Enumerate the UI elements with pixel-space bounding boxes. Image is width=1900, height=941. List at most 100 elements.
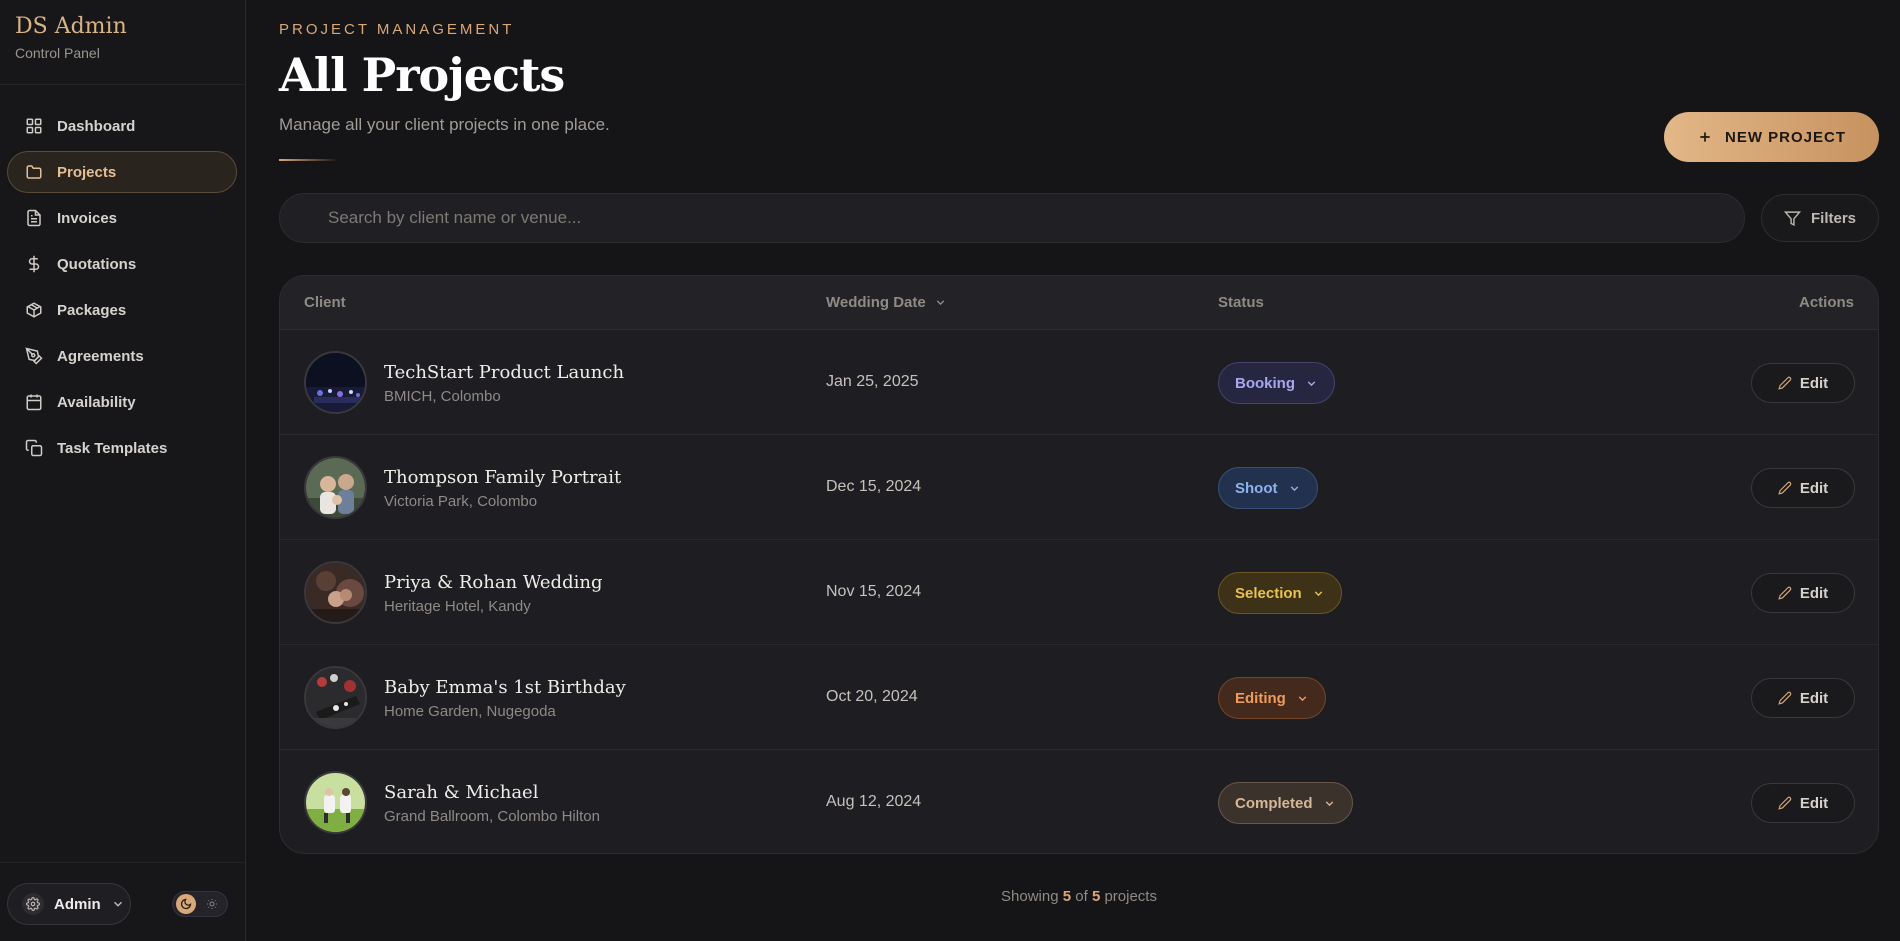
sidebar-item-packages[interactable]: Packages (7, 289, 237, 331)
status-label: Editing (1235, 689, 1286, 707)
calendar-icon (26, 394, 42, 411)
title-accent-divider (279, 159, 339, 161)
wedding-date: Aug 12, 2024 (826, 793, 922, 810)
client-avatar (304, 771, 367, 834)
status-dropdown[interactable]: Shoot (1218, 467, 1318, 509)
results-shown: 5 (1062, 888, 1072, 905)
plus-icon (1700, 132, 1710, 142)
edit-label: Edit (1799, 794, 1829, 812)
wedding-date: Nov 15, 2024 (826, 583, 922, 600)
chevron-down-icon (113, 901, 122, 907)
pencil-icon (1778, 691, 1792, 705)
filters-button[interactable]: Filters (1761, 194, 1879, 242)
gear-icon (22, 893, 44, 915)
file-text-icon (27, 209, 41, 227)
pencil-icon (1778, 481, 1792, 495)
table-header: Client Wedding Date Status Actions (280, 276, 1878, 330)
sidebar-item-task-templates[interactable]: Task Templates (7, 427, 237, 469)
table-row: Thompson Family Portrait Victoria Park, … (280, 435, 1878, 540)
column-header-date[interactable]: Wedding Date (826, 294, 947, 311)
folder-icon (26, 165, 42, 179)
client-venue: Home Garden, Nugegoda (384, 703, 556, 720)
filter-icon (1783, 210, 1801, 226)
sun-icon (202, 894, 222, 914)
search-input[interactable] (279, 193, 1745, 243)
dollar-icon (28, 255, 40, 273)
new-project-button[interactable]: NEW PROJECT (1664, 112, 1879, 162)
results-prefix: Showing (1001, 888, 1059, 905)
wedding-date: Oct 20, 2024 (826, 688, 918, 705)
page-eyebrow: PROJECT MANAGEMENT (279, 21, 515, 38)
table-row: Baby Emma's 1st Birthday Home Garden, Nu… (280, 645, 1878, 750)
results-suffix: projects (1104, 888, 1157, 905)
sidebar-item-agreements[interactable]: Agreements (7, 335, 237, 377)
brand-title: DS Admin (15, 14, 127, 39)
client-avatar (304, 561, 367, 624)
table-row: Priya & Rohan Wedding Heritage Hotel, Ka… (280, 540, 1878, 645)
status-dropdown[interactable]: Completed (1218, 782, 1353, 824)
client-name: Thompson Family Portrait (384, 467, 622, 488)
sidebar: DS Admin Control Panel Dashboard Project… (0, 0, 246, 941)
sidebar-item-label: Quotations (57, 255, 137, 273)
sidebar-item-availability[interactable]: Availability (7, 381, 237, 423)
theme-toggle[interactable] (172, 891, 228, 917)
grid-icon (26, 118, 42, 134)
chevron-down-icon (936, 300, 944, 306)
page-title: All Projects (279, 48, 565, 102)
status-label: Shoot (1235, 479, 1278, 497)
chevron-down-icon (1290, 485, 1298, 491)
results-count: Showing 5 of 5 projects (279, 888, 1879, 905)
client-venue: Victoria Park, Colombo (384, 493, 538, 510)
edit-label: Edit (1799, 479, 1829, 497)
edit-button[interactable]: Edit (1751, 783, 1855, 823)
wedding-date: Dec 15, 2024 (826, 478, 922, 495)
user-menu-button[interactable]: Admin (7, 883, 131, 925)
chevron-down-icon (1325, 800, 1333, 806)
status-label: Booking (1235, 374, 1295, 392)
sidebar-item-quotations[interactable]: Quotations (7, 243, 237, 285)
wedding-date: Jan 25, 2025 (826, 373, 919, 390)
page-description: Manage all your client projects in one p… (279, 115, 610, 134)
chevron-down-icon (1314, 590, 1322, 596)
sidebar-item-invoices[interactable]: Invoices (7, 197, 237, 239)
column-header-actions: Actions (1798, 294, 1854, 311)
moon-icon (176, 894, 196, 914)
projects-table: Client Wedding Date Status Actions TechS… (279, 275, 1879, 854)
pencil-icon (1778, 376, 1792, 390)
edit-button[interactable]: Edit (1751, 678, 1855, 718)
pencil-icon (1778, 796, 1792, 810)
package-icon (26, 302, 42, 318)
client-name: Priya & Rohan Wedding (384, 572, 603, 593)
edit-button[interactable]: Edit (1751, 468, 1855, 508)
chevron-down-icon (1298, 695, 1307, 701)
pen-icon (25, 347, 43, 365)
filters-label: Filters (1810, 209, 1856, 227)
sidebar-item-label: Invoices (57, 209, 118, 227)
status-dropdown[interactable]: Selection (1218, 572, 1342, 614)
client-venue: Grand Ballroom, Colombo Hilton (384, 808, 600, 825)
results-of: of (1075, 888, 1088, 905)
user-menu-label: Admin (54, 895, 101, 913)
status-dropdown[interactable]: Booking (1218, 362, 1335, 404)
status-dropdown[interactable]: Editing (1218, 677, 1326, 719)
new-project-label: NEW PROJECT (1724, 128, 1846, 146)
sidebar-item-dashboard[interactable]: Dashboard (7, 105, 237, 147)
client-venue: Heritage Hotel, Kandy (384, 598, 531, 615)
client-avatar (304, 666, 367, 729)
table-row: Sarah & Michael Grand Ballroom, Colombo … (280, 750, 1878, 853)
sidebar-item-label: Availability (57, 393, 136, 411)
sidebar-item-projects[interactable]: Projects (7, 151, 237, 193)
sidebar-item-label: Agreements (57, 347, 144, 365)
table-row: TechStart Product Launch BMICH, Colombo … (280, 330, 1878, 435)
client-avatar (304, 456, 367, 519)
edit-label: Edit (1799, 374, 1829, 392)
edit-button[interactable]: Edit (1751, 363, 1855, 403)
edit-button[interactable]: Edit (1751, 573, 1855, 613)
copy-icon (25, 439, 43, 457)
sidebar-item-label: Packages (57, 301, 127, 319)
column-header-client: Client (304, 294, 346, 311)
client-name: TechStart Product Launch (384, 362, 625, 383)
sidebar-item-label: Projects (57, 163, 117, 181)
brand-subtitle: Control Panel (15, 45, 100, 61)
sidebar-item-label: Dashboard (57, 117, 136, 135)
